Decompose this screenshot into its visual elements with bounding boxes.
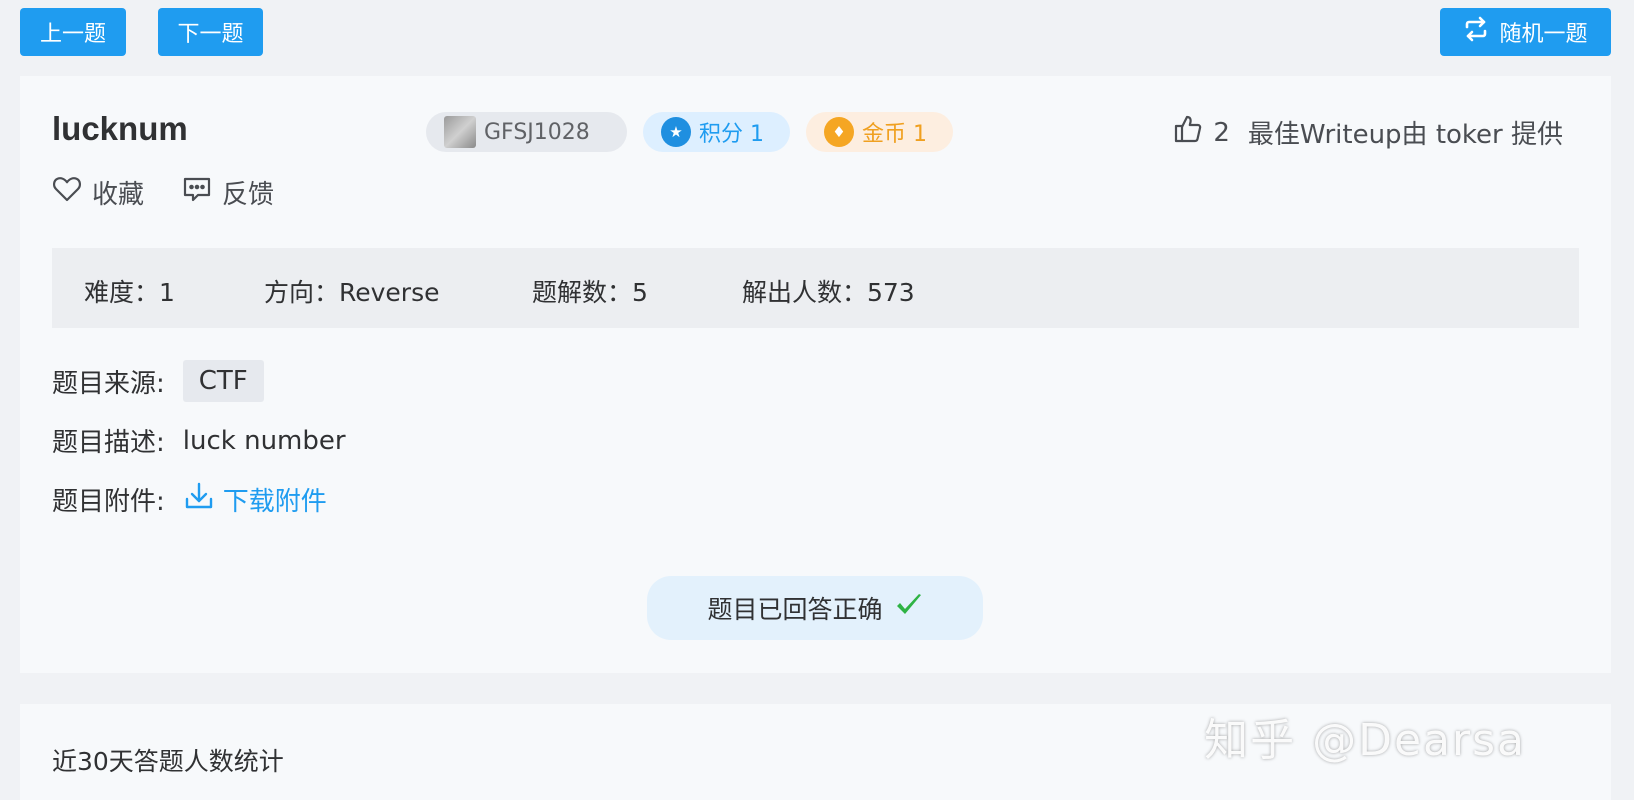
coin-tag: ♦ 金币 1 xyxy=(806,112,953,152)
answered-status-text: 题目已回答正确 xyxy=(707,595,883,624)
difficulty-info: 难度：1 xyxy=(84,278,175,307)
prev-question-button[interactable]: 上一题 xyxy=(20,8,126,56)
challenge-id: GFSJ1028 xyxy=(484,119,590,145)
challenge-thumbnail-icon xyxy=(444,116,476,148)
feedback-label: 反馈 xyxy=(222,180,275,210)
solver-count-info: 解出人数：573 xyxy=(742,278,915,307)
thumbs-up-icon[interactable] xyxy=(1173,114,1203,151)
challenge-card: lucknum GFSJ1028 ★ 积分 1 ♦ 金币 1 2 最佳Write… xyxy=(20,76,1611,673)
download-attachment-link[interactable]: 下载附件 xyxy=(183,480,327,519)
description-value: luck number xyxy=(182,425,346,456)
likes-area: 2 最佳Writeup由 toker 提供 xyxy=(1173,114,1563,151)
coin-icon: ♦ xyxy=(824,117,854,147)
description-row: 题目描述: luck number xyxy=(52,422,346,459)
stats-title: 近30天答题人数统计 xyxy=(52,747,284,776)
writeup-count-info: 题解数：5 xyxy=(532,278,648,307)
download-attachment-label: 下载附件 xyxy=(222,487,327,517)
direction-info: 方向：Reverse xyxy=(264,278,440,307)
likes-count: 2 xyxy=(1213,117,1230,148)
answered-correct-status: 题目已回答正确 xyxy=(647,576,983,640)
comment-icon xyxy=(182,175,212,210)
challenge-actions: 收藏 反馈 xyxy=(52,174,274,211)
favorite-label: 收藏 xyxy=(92,180,145,210)
challenge-id-tag: GFSJ1028 xyxy=(426,112,627,152)
checkmark-icon xyxy=(895,592,923,624)
description-label: 题目描述: xyxy=(52,428,165,458)
download-icon xyxy=(183,480,215,519)
next-question-label: 下一题 xyxy=(177,22,244,47)
prev-question-label: 上一题 xyxy=(39,22,106,47)
random-question-button[interactable]: 随机一题 xyxy=(1440,8,1611,56)
source-tag[interactable]: CTF xyxy=(182,360,264,402)
source-label: 题目来源: xyxy=(52,368,165,399)
best-writeup-text[interactable]: 最佳Writeup由 toker 提供 xyxy=(1248,114,1563,151)
challenge-info-bar: 难度：1 方向：Reverse 题解数：5 解出人数：573 xyxy=(52,248,1579,328)
attachment-row: 题目附件: 下载附件 xyxy=(52,480,327,519)
coin-value: 金币 1 xyxy=(862,122,927,147)
next-question-button[interactable]: 下一题 xyxy=(158,8,263,56)
star-badge-icon: ★ xyxy=(661,117,691,147)
feedback-button[interactable]: 反馈 xyxy=(182,174,274,211)
random-question-label: 随机一题 xyxy=(1499,22,1588,47)
heart-icon xyxy=(52,175,82,210)
shuffle-icon xyxy=(1463,16,1489,48)
watermark: 知乎 @Dearsa xyxy=(1204,715,1526,766)
score-value: 积分 1 xyxy=(699,122,764,147)
source-row: 题目来源: CTF xyxy=(52,360,264,402)
score-tag: ★ 积分 1 xyxy=(643,112,790,152)
favorite-button[interactable]: 收藏 xyxy=(52,174,144,211)
challenge-title: lucknum xyxy=(52,110,188,147)
attachment-label: 题目附件: xyxy=(52,487,165,517)
